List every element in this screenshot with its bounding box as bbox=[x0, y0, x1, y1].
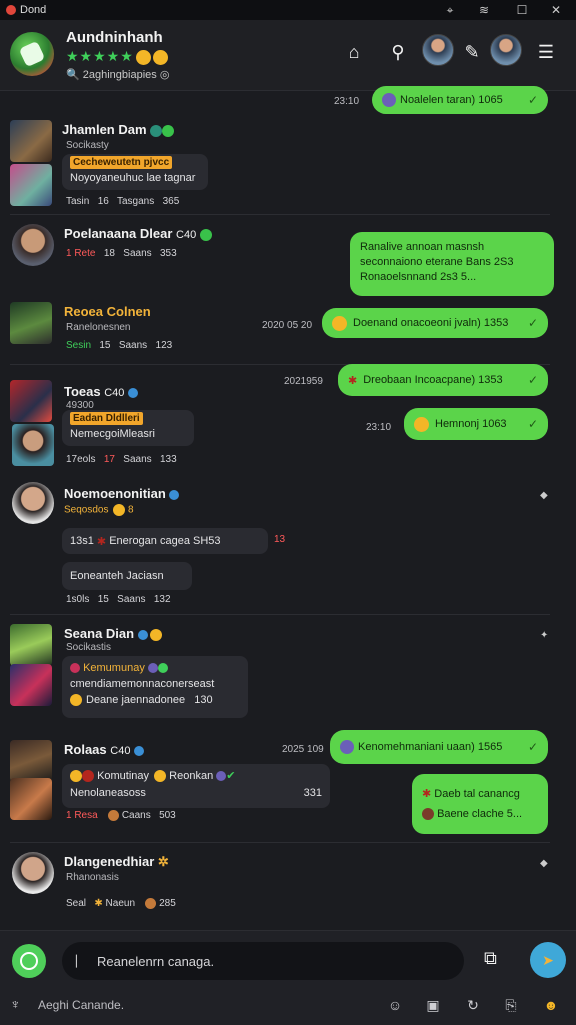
chat-thumbnail[interactable] bbox=[10, 164, 52, 206]
divider bbox=[10, 842, 550, 843]
tag-label: Cecheweutetn pjvcc bbox=[70, 156, 173, 169]
message-input[interactable]: ⎸ Reanelenrn canaga. bbox=[62, 942, 464, 980]
message-bubble[interactable]: Kemumunay cmendiamemonnaconerseast Deane… bbox=[62, 656, 248, 718]
chat-avatar[interactable] bbox=[12, 424, 54, 466]
chat-avatar[interactable] bbox=[12, 852, 54, 894]
chat-name: Noemoenonitian bbox=[64, 486, 180, 501]
outgoing-message[interactable]: ✱ Dreobaan Incoacpane) 1353 ✓ bbox=[338, 364, 548, 396]
outgoing-message[interactable]: Ranalive annoan masnsh seconnaiono etera… bbox=[350, 232, 554, 296]
chat-sub: Socikasty bbox=[66, 140, 109, 151]
send-icon: ➤ bbox=[542, 951, 554, 968]
rating-stars: ★★★★★ bbox=[66, 48, 168, 65]
profile-avatar[interactable] bbox=[10, 32, 54, 76]
send-button[interactable]: ➤ bbox=[530, 942, 566, 978]
message-time: 2021959 bbox=[284, 376, 323, 387]
app-icon bbox=[6, 5, 16, 15]
chat-meta: 1 Resa Caans 503 bbox=[66, 810, 176, 822]
emoji-icon bbox=[152, 49, 168, 65]
camera-icon[interactable]: ⧉ bbox=[484, 948, 508, 972]
chat-meta: 13 bbox=[274, 534, 286, 545]
voice-icon[interactable]: ♆ bbox=[10, 996, 21, 1012]
chat-name: Reoea Colnen bbox=[64, 304, 151, 319]
chat-meta: 17eols 17 Saans 133 bbox=[66, 454, 177, 465]
outgoing-message[interactable]: Kenomehmaniani uaan) 1565 ✓ bbox=[330, 730, 548, 764]
outgoing-message[interactable]: Doenand onacoeoni jvaln) 1353 ✓ bbox=[322, 308, 548, 338]
menu-icon[interactable]: ☰ bbox=[534, 40, 558, 64]
more-icon[interactable]: ✦ bbox=[540, 630, 548, 641]
profile-subline: 🔍 2aghingbiapies ◎ bbox=[66, 69, 170, 81]
chat-name: Jhamlen Dam bbox=[62, 122, 175, 137]
maximize-button[interactable]: ☐ bbox=[510, 0, 534, 20]
chat-name: Dlangenedhiar ✲ bbox=[64, 854, 169, 869]
emoji-icon bbox=[135, 49, 151, 65]
chat-avatar[interactable] bbox=[12, 224, 54, 266]
gallery-icon[interactable]: ▣ bbox=[424, 996, 442, 1014]
home-icon[interactable]: ⌂ bbox=[342, 40, 366, 64]
chat-thumbnail[interactable] bbox=[10, 664, 52, 706]
chat-thumbnail[interactable] bbox=[10, 302, 52, 344]
chat-name: Toeas C40 bbox=[64, 384, 139, 399]
title-bar: Dond ⌖ ≋ ☐ ✕ bbox=[0, 0, 576, 20]
chat-name: Seana Dian bbox=[64, 626, 162, 641]
chat-thumbnail[interactable] bbox=[10, 740, 52, 782]
chat-meta: Sesin 15 Saans 123 bbox=[66, 340, 173, 351]
message-text: Noyoyaneuhuc lae tagnar bbox=[70, 172, 196, 184]
search-icon[interactable]: ⚲ bbox=[386, 40, 410, 64]
chat-name: Rolaas C40 bbox=[64, 742, 145, 757]
profile-name: Aundninhanh bbox=[66, 29, 163, 46]
chat-thumbnail[interactable] bbox=[10, 624, 52, 666]
tag-label: Eadan Dldlleri bbox=[70, 412, 143, 425]
emoji-icon[interactable]: ☺ bbox=[386, 996, 404, 1014]
chat-sub: Ranelonesnen bbox=[66, 322, 131, 333]
wifi-icon[interactable]: ≋ bbox=[472, 0, 496, 20]
more-icon[interactable]: ◆ bbox=[540, 490, 548, 501]
chat-meta: 1s0ls 15 Saans 132 bbox=[66, 594, 171, 605]
message-time: 2025 109 bbox=[282, 744, 324, 755]
message-bubble[interactable]: 13s1 ✱ Enerogan cagea SH53 bbox=[62, 528, 268, 554]
message-bubble[interactable]: Eoneanteh Jaciasn bbox=[62, 562, 192, 590]
message-bubble[interactable]: Komutinay Reonkan ✔ Nenolaneasoss 331 bbox=[62, 764, 330, 808]
document-icon[interactable]: ⎘ bbox=[502, 996, 520, 1014]
chat-thumbnail[interactable] bbox=[10, 380, 52, 422]
outgoing-message[interactable]: Noalelen taran) 1065 ✓ bbox=[372, 86, 548, 114]
message-bubble[interactable]: Eadan Dldlleri NemecgoiMleasri bbox=[62, 410, 194, 446]
footer-label: Aeghi Canande. bbox=[38, 998, 125, 1012]
more-icon[interactable]: ◆ bbox=[540, 858, 548, 869]
app-title: Dond bbox=[20, 4, 47, 16]
outgoing-message[interactable]: Hemnonj 1063 ✓ bbox=[404, 408, 548, 440]
message-time: 23:10 bbox=[366, 422, 392, 433]
chat-meta: 1 Rete 18 Saans 353 bbox=[66, 248, 177, 259]
edit-icon[interactable]: ✎ bbox=[460, 40, 484, 64]
chat-thumbnail[interactable] bbox=[10, 778, 52, 820]
sticker-icon[interactable]: ☻ bbox=[542, 996, 560, 1014]
outgoing-message[interactable]: ✱ Daeb tal canancg Baene clache 5... bbox=[412, 774, 548, 834]
chat-meta: Seal ✱ Naeun 285 bbox=[66, 898, 176, 910]
attach-button[interactable] bbox=[12, 944, 46, 978]
chat-avatar[interactable] bbox=[12, 482, 54, 524]
divider bbox=[10, 214, 550, 215]
divider bbox=[10, 614, 550, 615]
chat-sub: Seqosdos 8 bbox=[64, 504, 134, 516]
user-avatar[interactable] bbox=[490, 34, 522, 66]
message-text: NemecgoiMleasri bbox=[70, 428, 155, 440]
chat-name: Poelanaana Dlear C40 bbox=[64, 226, 212, 241]
pin-icon[interactable]: ⌖ bbox=[438, 0, 462, 20]
chat-sub: Rhanonasis bbox=[66, 872, 119, 883]
contact-avatar[interactable] bbox=[422, 34, 454, 66]
refresh-icon[interactable]: ↻ bbox=[464, 996, 482, 1014]
chat-thumbnail[interactable] bbox=[10, 120, 52, 162]
message-time: 2020 05 20 bbox=[262, 320, 313, 331]
cursor-icon: ⎸ bbox=[76, 953, 90, 968]
message-bubble[interactable]: Cecheweutetn pjvcc Noyoyaneuhuc lae tagn… bbox=[62, 154, 208, 190]
record-icon bbox=[20, 952, 38, 970]
message-time: 23:10 bbox=[334, 96, 360, 107]
input-placeholder: Reanelenrn canaga. bbox=[97, 953, 215, 969]
chat-sub: Socikastis bbox=[66, 642, 112, 653]
chat-meta: Tasin 16 Tasgans 365 bbox=[66, 196, 180, 207]
close-button[interactable]: ✕ bbox=[544, 0, 568, 20]
